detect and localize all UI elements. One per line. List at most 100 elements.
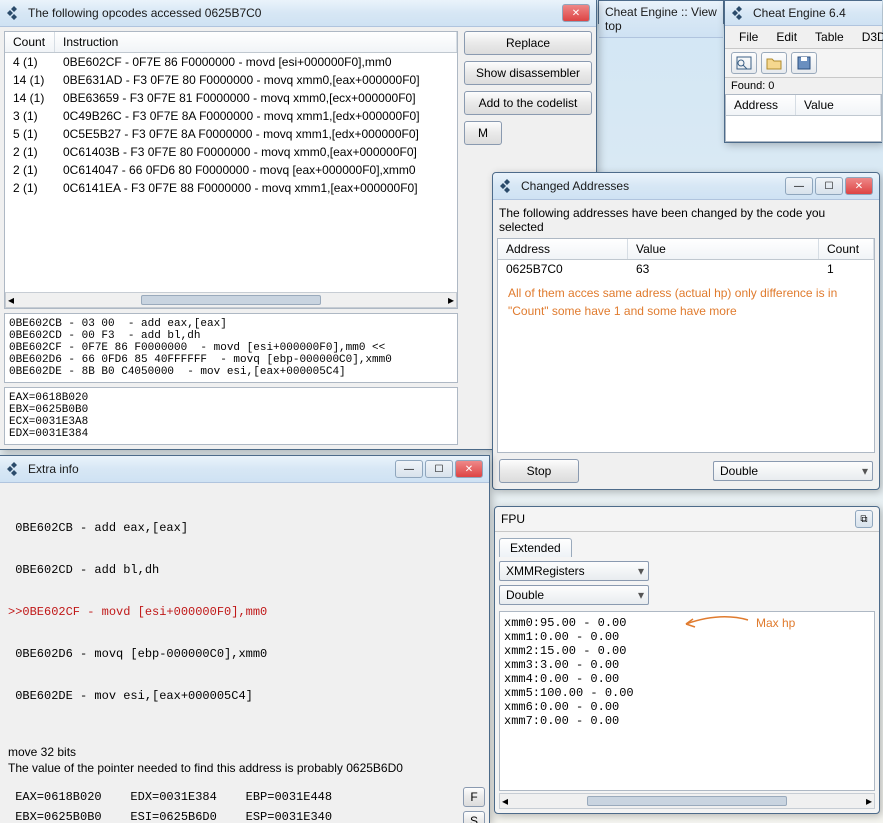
close-button[interactable]: ✕ — [562, 4, 590, 22]
more-button[interactable]: M — [464, 121, 502, 145]
col-count[interactable]: Count — [5, 32, 55, 52]
table-row[interactable]: 5 (1)0C5E5B27 - F3 0F7E 8A F0000000 - mo… — [5, 125, 457, 143]
cell-count: 2 (1) — [5, 162, 55, 178]
save-icon[interactable] — [791, 52, 817, 74]
disasm-line: 0BE602D6 - movq [ebp-000000C0],xmm0 — [8, 647, 481, 661]
hscrollbar[interactable]: ◂ ▸ — [5, 292, 457, 308]
menu-edit[interactable]: Edit — [768, 28, 805, 46]
minimize-button[interactable]: — — [395, 460, 423, 478]
scroll-right-icon[interactable]: ▸ — [448, 293, 454, 307]
cell-instruction: 0BE602CF - 0F7E 86 F0000000 - movd [esi+… — [55, 54, 457, 70]
expand-icon[interactable]: ⧉ — [855, 510, 873, 528]
disasm-preview: 0BE602CB - 03 00 - add eax,[eax] 0BE602C… — [4, 313, 458, 383]
table-row: 0625B7C0 63 1 — [498, 260, 874, 278]
pointer-hint-label: The value of the pointer needed to find … — [4, 761, 485, 785]
ce-icon — [731, 5, 747, 21]
stop-button[interactable]: Stop — [499, 459, 579, 483]
float-button[interactable]: F — [463, 787, 485, 807]
minimize-button[interactable]: — — [785, 177, 813, 195]
changed-title: Changed Addresses — [521, 179, 779, 193]
stack-button[interactable]: S — [463, 811, 485, 823]
cell-instruction: 0C5E5B27 - F3 0F7E 8A F0000000 - movq xm… — [55, 126, 457, 142]
move-bits-label: move 32 bits — [4, 737, 485, 761]
table-row[interactable]: 2 (1)0C6141EA - F3 0F7E 88 F0000000 - mo… — [5, 179, 457, 197]
table-row[interactable]: 4 (1)0BE602CF - 0F7E 86 F0000000 - movd … — [5, 53, 457, 71]
cell-instruction: 0C49B26C - F3 0F7E 8A F0000000 - movq xm… — [55, 108, 457, 124]
ce-icon — [6, 461, 22, 477]
xmm-type-select[interactable]: Double — [499, 585, 649, 605]
cell-instruction: 0BE63659 - F3 0F7E 81 F0000000 - movq xm… — [55, 90, 457, 106]
col-address[interactable]: Address — [726, 95, 796, 115]
max-hp-annotation: Max hp — [756, 616, 795, 630]
cell-count: 2 (1) — [5, 144, 55, 160]
cell-instruction: 0C614047 - 66 0FD6 80 F0000000 - movq [e… — [55, 162, 457, 178]
maximize-button[interactable]: ☐ — [425, 460, 453, 478]
cell-instruction: 0C61403B - F3 0F7E 80 F0000000 - movq xm… — [55, 144, 457, 160]
replace-button[interactable]: Replace — [464, 31, 592, 55]
cheat-engine-main-window: Cheat Engine 6.4 File Edit Table D3D H F… — [724, 0, 882, 143]
extra-title: Extra info — [28, 462, 389, 476]
found-label: Found: 0 — [725, 78, 882, 94]
col-count[interactable]: Count — [819, 239, 874, 259]
scroll-left-icon[interactable]: ◂ — [8, 293, 14, 307]
changed-description: The following addresses have been change… — [497, 204, 875, 238]
cell-count: 4 (1) — [5, 54, 55, 70]
cell-count: 5 (1) — [5, 126, 55, 142]
cell-instruction: 0C6141EA - F3 0F7E 88 F0000000 - movq xm… — [55, 180, 457, 196]
show-disassembler-button[interactable]: Show disassembler — [464, 61, 592, 85]
close-button[interactable]: ✕ — [845, 177, 873, 195]
col-value[interactable]: Value — [796, 95, 881, 115]
fpu-window: FPU ⧉ Extended XMMRegisters Double xmm0:… — [494, 506, 880, 814]
fpu-tab-extended[interactable]: Extended — [499, 538, 572, 557]
open-folder-icon[interactable] — [761, 52, 787, 74]
forum-tab-title: Cheat Engine :: View top — [605, 5, 717, 33]
arrow-icon — [680, 614, 750, 632]
cell-value[interactable]: 63 — [628, 261, 819, 277]
menu-table[interactable]: Table — [807, 28, 852, 46]
changed-addresses-window: Changed Addresses — ☐ ✕ The following ad… — [492, 172, 880, 490]
add-to-codelist-button[interactable]: Add to the codelist — [464, 91, 592, 115]
registers-block: EAX=0618B020 EDX=0031E384 EBP=0031E448 E… — [4, 785, 457, 823]
ce-icon — [6, 5, 22, 21]
col-value[interactable]: Value — [628, 239, 819, 259]
extra-info-window: Extra info — ☐ ✕ 0BE602CB - add eax,[eax… — [0, 455, 490, 823]
ce-icon — [499, 178, 515, 194]
col-address[interactable]: Address — [498, 239, 628, 259]
ce-main-title: Cheat Engine 6.4 — [753, 6, 876, 20]
cell-address[interactable]: 0625B7C0 — [498, 261, 628, 277]
close-button[interactable]: ✕ — [455, 460, 483, 478]
open-process-icon[interactable] — [731, 52, 757, 74]
menu-d3d[interactable]: D3D — [854, 28, 883, 46]
value-type-select[interactable]: Double — [713, 461, 873, 481]
toolbar — [725, 49, 882, 78]
cell-count: 2 (1) — [5, 180, 55, 196]
opcodes-title: The following opcodes accessed 0625B7C0 — [28, 6, 556, 20]
changed-table: Address Value Count 0625B7C0 63 1 All of… — [497, 238, 875, 453]
cell-count: 14 (1) — [5, 90, 55, 106]
menu-file[interactable]: File — [731, 28, 766, 46]
table-row[interactable]: 2 (1)0C614047 - 66 0FD6 80 F0000000 - mo… — [5, 161, 457, 179]
fpu-title: FPU — [501, 512, 855, 526]
registers-preview: EAX=0618B020 EBX=0625B0B0 ECX=0031E3A8 E… — [4, 387, 458, 445]
table-row[interactable]: 14 (1)0BE631AD - F3 0F7E 80 F0000000 - m… — [5, 71, 457, 89]
scroll-right-icon[interactable]: ▸ — [866, 794, 872, 808]
xmm-registers-dump: xmm0:95.00 - 0.00 xmm1:0.00 - 0.00 xmm2:… — [504, 616, 870, 728]
disasm-line: 0BE602CD - add bl,dh — [8, 563, 481, 577]
disasm-line: 0BE602CB - add eax,[eax] — [8, 521, 481, 535]
maximize-button[interactable]: ☐ — [815, 177, 843, 195]
table-row[interactable]: 14 (1)0BE63659 - F3 0F7E 81 F0000000 - m… — [5, 89, 457, 107]
xmm-registers-select[interactable]: XMMRegisters — [499, 561, 649, 581]
cell-instruction: 0BE631AD - F3 0F7E 80 F0000000 - movq xm… — [55, 72, 457, 88]
table-row[interactable]: 2 (1)0C61403B - F3 0F7E 80 F0000000 - mo… — [5, 143, 457, 161]
cell-count: 3 (1) — [5, 108, 55, 124]
opcodes-table: Count Instruction 4 (1)0BE602CF - 0F7E 8… — [4, 31, 458, 309]
table-row[interactable]: 3 (1)0C49B26C - F3 0F7E 8A F0000000 - mo… — [5, 107, 457, 125]
results-table: Address Value — [725, 94, 882, 142]
col-instruction[interactable]: Instruction — [55, 32, 457, 52]
scroll-left-icon[interactable]: ◂ — [502, 794, 508, 808]
cell-count[interactable]: 1 — [819, 261, 874, 277]
annotation-note: All of them acces same adress (actual hp… — [498, 278, 874, 326]
cell-count: 14 (1) — [5, 72, 55, 88]
disasm-line-highlight: >>0BE602CF - movd [esi+000000F0],mm0 — [8, 605, 481, 619]
hscrollbar[interactable]: ◂ ▸ — [499, 793, 875, 809]
